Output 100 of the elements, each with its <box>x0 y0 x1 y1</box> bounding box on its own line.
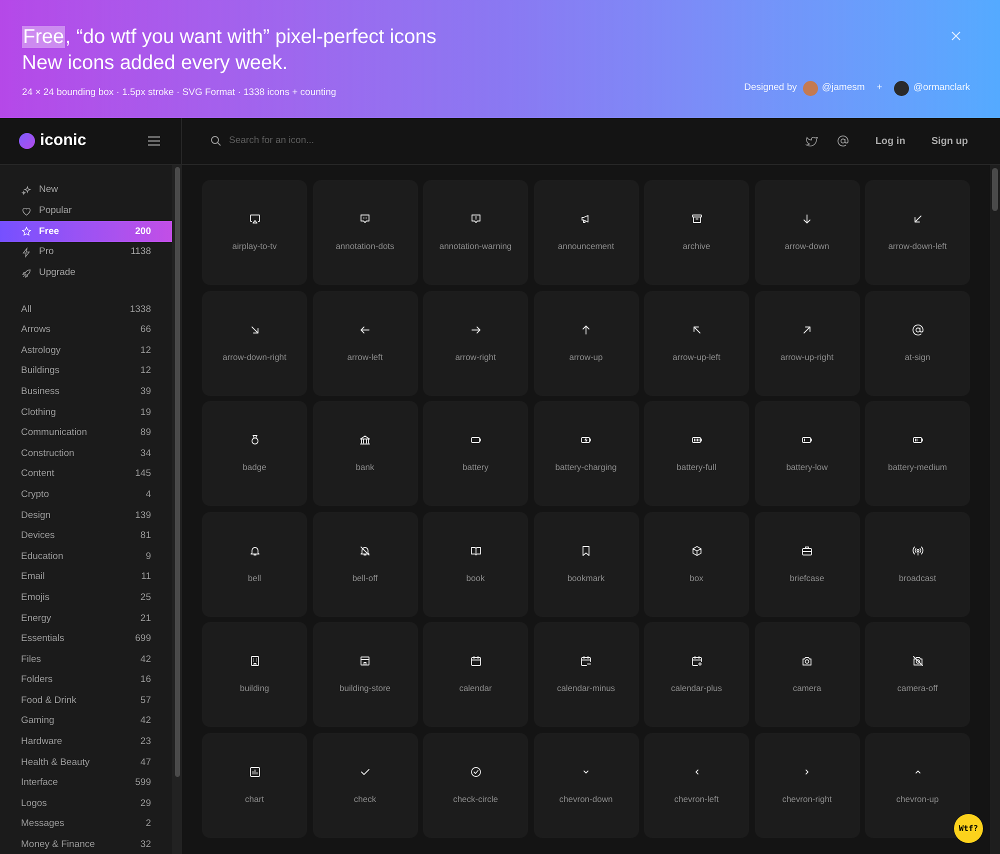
icon-card[interactable]: battery <box>423 401 528 506</box>
category-item[interactable]: Business 39 <box>0 382 172 402</box>
icon-card[interactable]: arrow-up-left <box>644 290 749 396</box>
search-field[interactable]: Search for an icon... <box>229 134 489 148</box>
icon-card[interactable]: calendar-minus <box>534 622 638 727</box>
icon-label: airplay-to-tv <box>232 240 277 253</box>
icon-card[interactable]: battery-full <box>644 401 749 506</box>
category-item[interactable]: Money & Finance 32 <box>0 834 172 854</box>
help-button[interactable]: Wtf? <box>954 814 983 843</box>
icon-label: briefcase <box>790 572 824 584</box>
icon-card[interactable]: arrow-up <box>534 290 638 396</box>
category-item[interactable]: Design 139 <box>0 505 172 526</box>
icon-card[interactable]: arrow-left <box>312 290 418 396</box>
category-item[interactable]: Emojis 25 <box>0 588 172 608</box>
icon-card[interactable]: airplay-to-tv <box>202 180 307 285</box>
icon-card[interactable]: annotation-dots <box>312 180 418 285</box>
icon-card[interactable]: building <box>202 622 307 727</box>
camera-off-icon <box>912 655 924 667</box>
category-item[interactable]: Crypto 4 <box>0 484 172 506</box>
menu-icon[interactable] <box>148 136 160 146</box>
battery-low-icon <box>801 434 813 446</box>
category-item[interactable]: Email 11 <box>0 567 172 588</box>
specs-text: 24 × 24 bounding box · 1.5px stroke · SVG Format · 1338 icons + counting <box>22 86 336 100</box>
icon-card[interactable]: box <box>644 512 749 616</box>
category-item[interactable]: Messages 2 <box>0 814 172 835</box>
category-item[interactable]: Clothing 19 <box>0 402 172 423</box>
avatar <box>894 81 910 96</box>
icon-card[interactable]: camera-off <box>865 622 970 727</box>
icon-label: chevron-down <box>559 792 613 806</box>
icon-card[interactable]: broadcast <box>865 512 970 616</box>
icon-card[interactable]: bell <box>202 512 307 616</box>
icon-card[interactable]: chevron-down <box>534 732 638 838</box>
icon-card[interactable]: calendar-plus <box>644 622 749 727</box>
category-item[interactable]: Logos 29 <box>0 794 172 814</box>
category-item[interactable]: Energy 21 <box>0 608 172 629</box>
icon-card[interactable]: bell-off <box>312 512 418 616</box>
medal-icon <box>248 434 260 446</box>
icon-card[interactable]: annotation-warning <box>423 180 528 285</box>
icon-card[interactable]: chart <box>202 732 307 838</box>
lightning-icon <box>21 246 32 258</box>
icon-card[interactable]: battery-charging <box>534 401 638 506</box>
battery-icon <box>470 434 482 446</box>
scrollbar[interactable] <box>172 165 182 854</box>
icon-label: bookmark <box>567 572 605 584</box>
icon-card[interactable]: bank <box>312 401 418 506</box>
icon-card[interactable]: badge <box>202 401 307 506</box>
icon-card[interactable]: check <box>312 732 418 838</box>
icon-card[interactable]: camera <box>754 622 860 727</box>
sidebar-item[interactable]: Pro 1138 <box>0 242 172 263</box>
category-item[interactable]: Interface 599 <box>0 773 172 794</box>
sidebar-item[interactable]: New <box>0 180 172 201</box>
category-item[interactable]: Arrows 66 <box>0 320 172 341</box>
icon-card[interactable]: check-circle <box>423 732 528 838</box>
category-item[interactable]: Essentials 699 <box>0 628 172 650</box>
icon-card[interactable]: chevron-right <box>754 732 860 838</box>
icon-card[interactable]: at-sign <box>865 290 970 396</box>
category-item[interactable]: Communication 89 <box>0 423 172 444</box>
category-item[interactable]: Gaming 42 <box>0 711 172 732</box>
category-item[interactable]: Food & Drink 57 <box>0 690 172 712</box>
icon-card[interactable]: arrow-down <box>754 180 860 285</box>
icon-card[interactable]: chevron-left <box>644 732 749 838</box>
search-icon <box>210 135 222 147</box>
category-item[interactable]: Construction 34 <box>0 444 172 464</box>
nav-link[interactable]: Log in <box>875 134 906 148</box>
icon-card[interactable]: building-store <box>312 622 418 727</box>
icon-card[interactable]: arrow-down-left <box>865 180 970 285</box>
sidebar-item[interactable]: Free 200 <box>0 221 172 242</box>
category-item[interactable]: Astrology 12 <box>0 340 172 362</box>
icon-card[interactable]: archive <box>644 180 749 285</box>
category-item[interactable]: Buildings 12 <box>0 361 172 382</box>
sidebar-item[interactable]: Upgrade <box>0 262 172 284</box>
icon-card[interactable]: arrow-up-right <box>754 290 860 396</box>
category-item[interactable]: Education 9 <box>0 546 172 568</box>
icon-card[interactable]: battery-low <box>754 401 860 506</box>
icon-card[interactable]: battery-medium <box>865 401 970 506</box>
category-item[interactable]: Devices 81 <box>0 526 172 547</box>
scrollbar[interactable] <box>990 165 1000 854</box>
check-circle-icon <box>470 766 482 778</box>
bird-icon[interactable] <box>805 135 818 147</box>
category-item[interactable]: Files 42 <box>0 650 172 670</box>
category-item[interactable]: All 1338 <box>0 299 172 320</box>
subheadline: New icons added every week. <box>22 51 289 76</box>
sidebar-item[interactable]: Popular <box>0 200 172 222</box>
nav-link[interactable]: Sign up <box>931 134 968 148</box>
highlighted-word: Free <box>22 26 66 48</box>
icon-label: camera-off <box>897 682 938 695</box>
icon-card[interactable]: briefcase <box>754 512 860 616</box>
icon-card[interactable]: book <box>423 512 528 616</box>
category-item[interactable]: Folders 16 <box>0 670 172 691</box>
icon-card[interactable]: calendar <box>423 622 528 727</box>
bookmark-icon <box>580 544 592 556</box>
category-item[interactable]: Content 145 <box>0 464 172 485</box>
category-item[interactable]: Health & Beauty 47 <box>0 752 172 774</box>
category-item[interactable]: Hardware 23 <box>0 732 172 752</box>
icon-card[interactable]: arrow-down-right <box>202 290 307 396</box>
at-sign-icon[interactable] <box>837 135 850 147</box>
icon-card[interactable]: announcement <box>534 180 638 285</box>
logo-text[interactable]: iconic <box>40 129 86 153</box>
icon-card[interactable]: arrow-right <box>423 290 528 396</box>
icon-card[interactable]: bookmark <box>534 512 638 616</box>
